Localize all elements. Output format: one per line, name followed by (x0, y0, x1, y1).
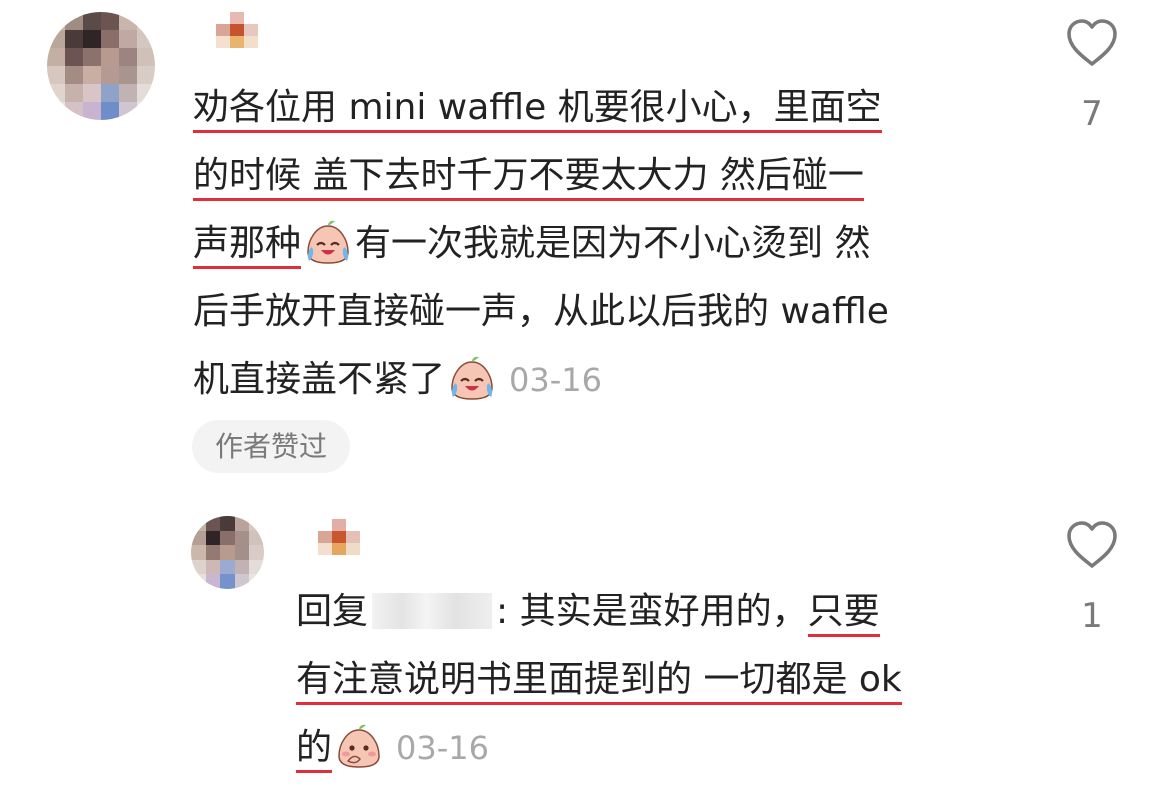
comment-line: 后手放开直接碰一声，从此以后我的 waffle (193, 278, 1013, 346)
reply-colon: : (496, 591, 509, 632)
highlighted-text: 有注意说明书里面提到的 一切都是 ok (296, 659, 902, 705)
reply-target-name[interactable] (372, 593, 493, 629)
comment-line: 劝各位用 mini waffle 机要很小心，里面空 (193, 74, 1013, 142)
like-count: 7 (1081, 94, 1103, 134)
highlighted-text: 只要 (807, 591, 880, 637)
highlighted-text: 声那种 (193, 223, 302, 269)
comment-line: 有注意说明书里面提到的 一切都是 ok (296, 646, 1016, 714)
comment-text-segment: 有一次我就是因为不小心烫到 然 (355, 223, 871, 264)
highlighted-text: 劝各位用 mini waffle 机要很小心，里面空 (193, 87, 882, 133)
comment-line: 机直接盖不紧了 03-16 (193, 346, 1013, 414)
comment-date: 03-16 (509, 361, 602, 399)
commenter-avatar[interactable] (47, 12, 155, 120)
main-comment-text: 劝各位用 mini waffle 机要很小心，里面空 的时候 盖下去时千万不要太… (193, 74, 1013, 414)
reply-comment-text: 回复: 其实是蛮好用的，只要 有注意说明书里面提到的 一切都是 ok 的 03-… (296, 578, 1016, 782)
comment-line: 声那种 有一次我就是因为不小心烫到 然 (193, 210, 1013, 278)
like-count: 1 (1081, 596, 1103, 636)
comment-line: 的 03-16 (296, 714, 1016, 782)
shy-emoji-icon (338, 724, 380, 768)
like-button[interactable]: 1 (1062, 520, 1122, 636)
highlighted-text: 的时候 盖下去时千万不要太大力 然后碰一 (193, 155, 864, 201)
heart-outline-icon[interactable] (1065, 520, 1119, 570)
crying-laugh-emoji-icon (451, 356, 493, 400)
replier-name[interactable] (318, 519, 360, 555)
comment-text-segment: 其实是蛮好用的， (508, 591, 808, 632)
highlighted-text: 的 (296, 727, 333, 773)
heart-outline-icon[interactable] (1065, 18, 1119, 68)
crying-laugh-emoji-icon (307, 220, 349, 264)
comment-text-segment: 后手放开直接碰一声，从此以后我的 waffle (193, 291, 889, 332)
comment-date: 03-16 (396, 729, 489, 767)
replier-avatar[interactable] (191, 516, 264, 589)
commenter-name[interactable] (216, 12, 258, 48)
comment-line: 回复: 其实是蛮好用的，只要 (296, 578, 1016, 646)
reply-prefix: 回复 (296, 591, 369, 632)
author-liked-badge: 作者赞过 (192, 420, 350, 473)
comment-line: 的时候 盖下去时千万不要太大力 然后碰一 (193, 142, 1013, 210)
comment-text-segment: 机直接盖不紧了 (193, 359, 446, 400)
like-button[interactable]: 7 (1062, 18, 1122, 134)
